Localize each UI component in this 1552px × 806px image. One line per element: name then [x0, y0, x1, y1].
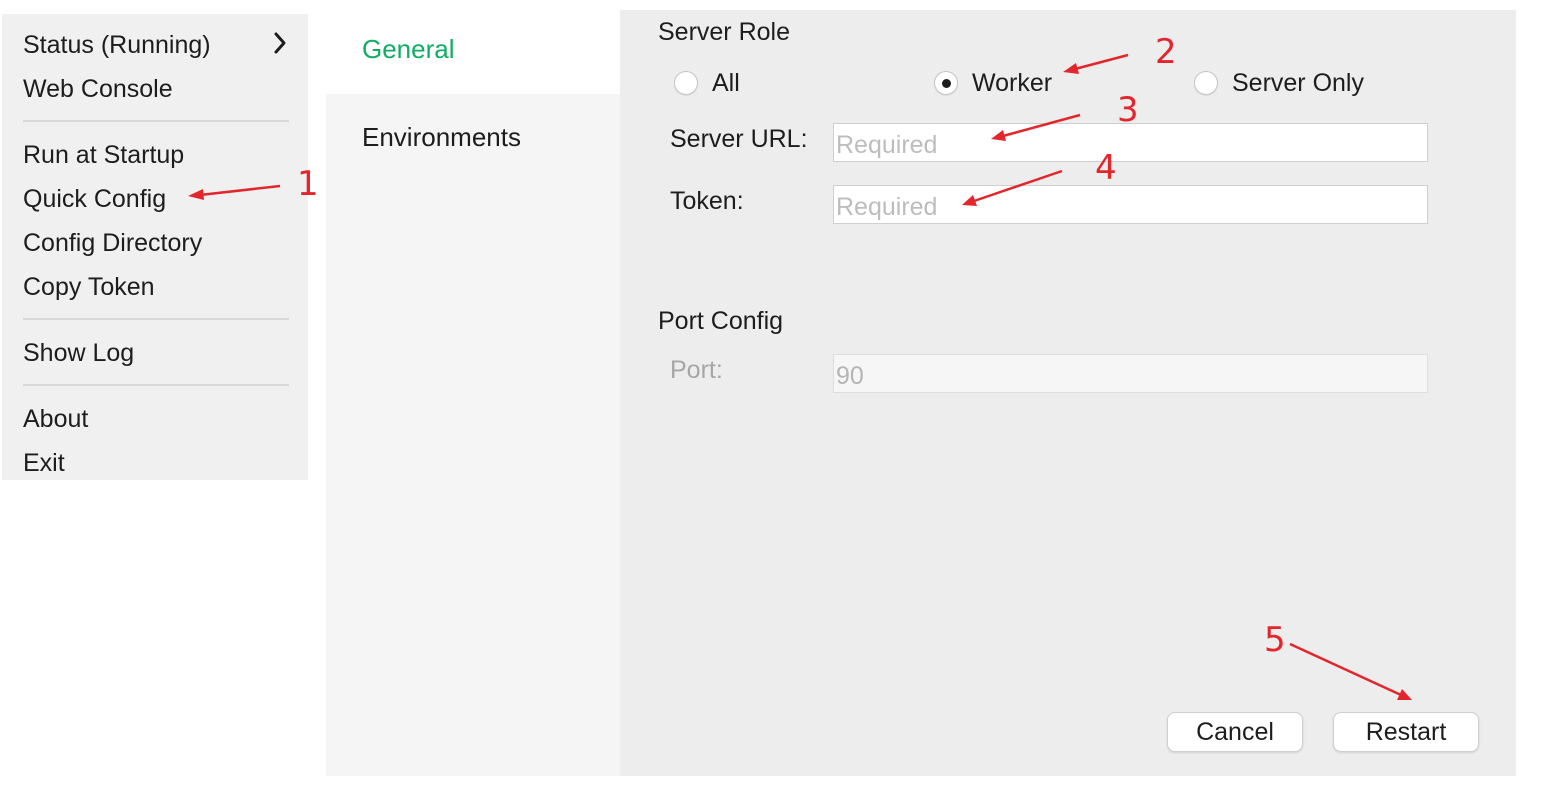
menu-item-status[interactable]: Status (Running) — [23, 30, 211, 60]
radio-worker-circle[interactable] — [934, 71, 958, 95]
menu-item-run-at-startup[interactable]: Run at Startup — [23, 140, 184, 170]
token-label: Token: — [670, 187, 744, 215]
port-label: Port: — [670, 356, 723, 384]
settings-window: General Environments Server Role All Wor… — [326, 10, 1516, 776]
tab-environments[interactable]: Environments — [326, 94, 620, 184]
port-config-title: Port Config — [658, 307, 784, 335]
menu-item-copy-token[interactable]: Copy Token — [23, 272, 155, 302]
general-settings-panel: Server Role All Worker Server Only Serve… — [620, 10, 1516, 776]
menu-separator — [23, 318, 289, 320]
server-role-title: Server Role — [658, 18, 790, 46]
radio-worker-label: Worker — [972, 68, 1053, 97]
menu-item-exit[interactable]: Exit — [23, 448, 65, 478]
menu-item-show-log[interactable]: Show Log — [23, 338, 134, 368]
radio-worker[interactable]: Worker — [934, 68, 1052, 98]
menu-separator — [23, 120, 289, 122]
token-input[interactable] — [833, 185, 1428, 224]
restart-button[interactable]: Restart — [1333, 712, 1479, 752]
menu-item-about[interactable]: About — [23, 404, 88, 434]
server-url-label: Server URL: — [670, 125, 808, 153]
tab-environments-label: Environments — [362, 122, 521, 152]
menu-separator — [23, 384, 289, 386]
radio-all-label: All — [712, 68, 740, 97]
cancel-button[interactable]: Cancel — [1167, 712, 1303, 752]
radio-server-only[interactable]: Server Only — [1194, 68, 1364, 98]
radio-server-only-circle[interactable] — [1194, 71, 1218, 95]
radio-all-circle[interactable] — [674, 71, 698, 95]
radio-all[interactable]: All — [674, 68, 740, 98]
tab-general[interactable]: General — [326, 10, 620, 94]
tab-general-label: General — [362, 34, 455, 64]
menu-item-web-console[interactable]: Web Console — [23, 74, 173, 104]
menu-item-config-directory[interactable]: Config Directory — [23, 228, 202, 258]
tray-context-menu: Status (Running) Web Console Run at Star… — [2, 14, 308, 480]
port-input[interactable] — [833, 354, 1428, 393]
menu-item-quick-config[interactable]: Quick Config — [23, 184, 166, 214]
settings-sidebar: General Environments — [326, 10, 620, 776]
radio-server-only-label: Server Only — [1232, 68, 1364, 97]
server-url-input[interactable] — [833, 123, 1428, 162]
chevron-right-icon — [274, 32, 286, 54]
